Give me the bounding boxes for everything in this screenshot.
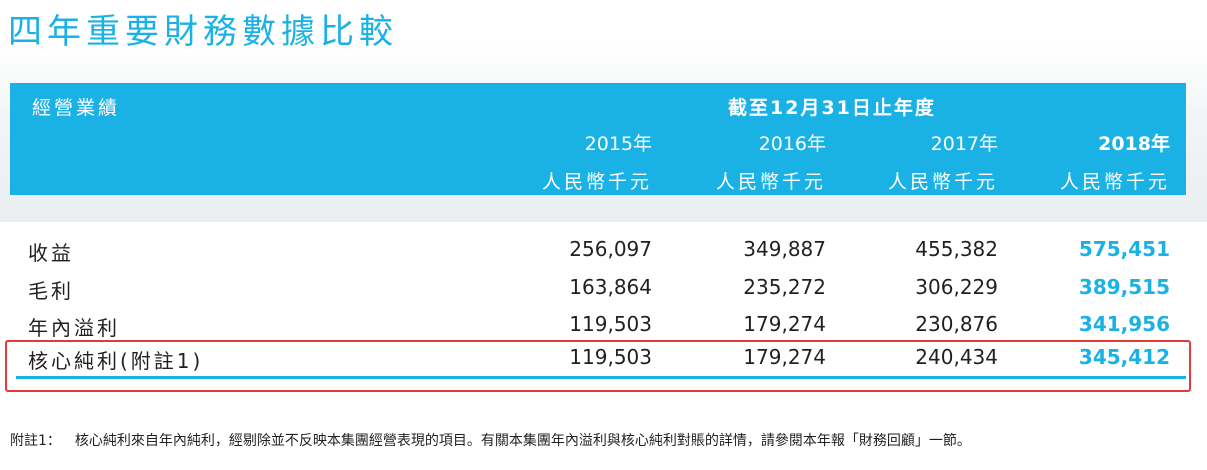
- table-header: 經營業績 截至12月31日止年度 2015年 2016年 2017年 2018年…: [10, 83, 1186, 195]
- table-row-revenue: 收益 256,097 349,887 455,382 575,451: [10, 237, 1186, 267]
- cell-value: 256,097: [569, 237, 652, 261]
- table-row-gross-profit: 毛利 163,864 235,272 306,229 389,515: [10, 275, 1186, 305]
- unit-header: 人民幣千元: [541, 171, 652, 193]
- year-header-2016: 2016年: [758, 133, 826, 155]
- row-label: 毛利: [28, 279, 74, 303]
- cell-value-highlight: 341,956: [1078, 312, 1170, 336]
- unit-header: 人民幣千元: [887, 171, 998, 193]
- period-label: 截至12月31日止年度: [728, 97, 936, 119]
- footnote-text: 核心純利來自年內純利，經剔除並不反映本集團經營表現的項目。有關本集團年內溢利與核…: [74, 433, 971, 449]
- cell-value: 163,864: [569, 275, 652, 299]
- row-label: 收益: [28, 241, 74, 265]
- cell-value: 119,503: [569, 312, 652, 336]
- cell-value: 235,272: [743, 275, 826, 299]
- unit-header: 人民幣千元: [715, 171, 826, 193]
- cell-value: 306,229: [915, 275, 998, 299]
- row-label: 年內溢利: [28, 316, 120, 340]
- cell-value-highlight: 389,515: [1078, 275, 1170, 299]
- year-header-2017: 2017年: [930, 133, 998, 155]
- cell-value: 230,876: [915, 312, 998, 336]
- year-header-2018: 2018年: [1098, 133, 1170, 155]
- footnote-mark: 附註1：: [10, 433, 61, 449]
- page-title: 四年重要財務數據比較: [8, 12, 398, 52]
- section-label: 經營業績: [32, 97, 121, 119]
- unit-header: 人民幣千元: [1059, 171, 1170, 193]
- cell-value: 455,382: [915, 237, 998, 261]
- table-row-profit-for-year: 年內溢利 119,503 179,274 230,876 341,956: [10, 312, 1186, 342]
- cell-value: 179,274: [743, 312, 826, 336]
- year-header-2015: 2015年: [584, 133, 652, 155]
- cell-value-highlight: 575,451: [1078, 237, 1170, 261]
- cell-value: 349,887: [743, 237, 826, 261]
- highlight-annotation-box: [5, 340, 1191, 392]
- footnote: 附註1： 核心純利來自年內純利，經剔除並不反映本集團經營表現的項目。有關本集團年內…: [10, 430, 971, 450]
